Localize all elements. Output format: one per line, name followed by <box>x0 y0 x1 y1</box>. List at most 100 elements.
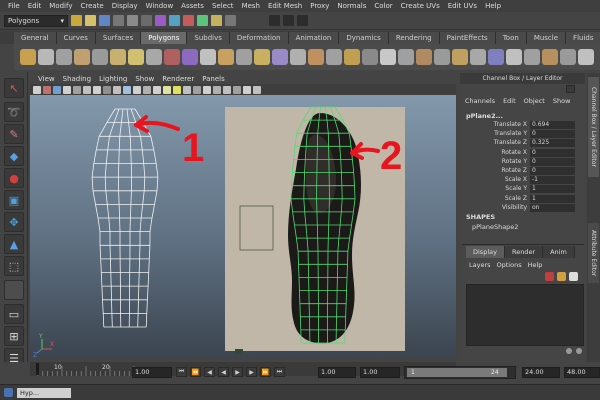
channel-row[interactable]: Translate X 0.694 <box>462 121 575 129</box>
shelf-tool-icon[interactable] <box>542 49 558 65</box>
shelf-tool-icon[interactable] <box>110 49 126 65</box>
shelf-tool-icon[interactable] <box>272 49 288 65</box>
shelf-tool-icon[interactable] <box>398 49 414 65</box>
play-forwards-icon[interactable]: ▶ <box>232 367 243 377</box>
go-to-start-icon[interactable]: ⏮ <box>176 367 187 377</box>
channel-row[interactable]: Visibility on <box>462 203 575 212</box>
viewport-tool-icon[interactable] <box>153 85 161 94</box>
new-scene-icon[interactable] <box>71 15 82 26</box>
shelf-tool-icon[interactable] <box>74 49 90 65</box>
menu-select[interactable]: Select <box>208 2 238 10</box>
snap-plane-icon[interactable] <box>211 15 222 26</box>
viewport-tool-icon[interactable] <box>213 85 221 94</box>
shelf-tab-painteffects[interactable]: PaintEffects <box>439 32 496 44</box>
channel-menu-show[interactable]: Show <box>550 97 574 108</box>
max-time-field[interactable]: 48.00 <box>564 367 600 378</box>
shelf-tab-polygons[interactable]: Polygons <box>141 32 188 44</box>
menu-help[interactable]: Help <box>481 2 505 10</box>
shelf-tab-subdivs[interactable]: Subdivs <box>187 32 230 44</box>
menu-display[interactable]: Display <box>108 2 142 10</box>
last-tool-icon[interactable] <box>4 280 24 300</box>
soft-mod-tool-icon[interactable]: ▲ <box>4 234 24 254</box>
viewport-tool-icon[interactable] <box>103 85 111 94</box>
channel-value[interactable]: 0 <box>530 130 575 139</box>
viewport-tool-icon[interactable] <box>243 85 251 94</box>
single-perspective-layout-icon[interactable]: ▭ <box>4 304 24 324</box>
shelf-tool-icon[interactable] <box>200 49 216 65</box>
menu-assets[interactable]: Assets <box>177 2 208 10</box>
channel-row[interactable]: Scale X -1 <box>462 176 575 185</box>
side-tab-attribute-editor[interactable]: Attribute Editor <box>588 223 599 283</box>
range-end-field[interactable]: 24.00 <box>522 367 560 378</box>
viewport-tool-icon[interactable] <box>93 85 101 94</box>
select-hierarchy-icon[interactable] <box>113 15 124 26</box>
scale-tool-icon[interactable]: ▣ <box>4 190 24 210</box>
channel-value[interactable]: 0 <box>530 167 575 175</box>
taskbar-window-button[interactable]: Hyp... <box>17 388 71 398</box>
shelf-tool-icon[interactable] <box>488 49 504 65</box>
shelf-tab-dynamics[interactable]: Dynamics <box>339 32 389 44</box>
channel-value[interactable]: 0.694 <box>530 121 575 129</box>
snap-grid-icon[interactable] <box>169 15 180 26</box>
shelf-tool-icon[interactable] <box>164 49 180 65</box>
four-view-layout-icon[interactable]: ⊞ <box>4 326 24 346</box>
menu-mesh[interactable]: Mesh <box>238 2 264 10</box>
new-layer-selected-icon[interactable] <box>557 272 566 281</box>
shelf-tab-surfaces[interactable]: Surfaces <box>95 32 142 44</box>
shelf-tool-icon[interactable] <box>362 49 378 65</box>
shelf-tool-icon[interactable] <box>380 49 396 65</box>
shelf-tab-deformation[interactable]: Deformation <box>229 32 289 44</box>
viewport-menu-renderer[interactable]: Renderer <box>158 75 198 83</box>
channel-menu-object[interactable]: Object <box>521 97 548 108</box>
shelf-tool-icon[interactable] <box>524 49 540 65</box>
viewport-tool-icon[interactable] <box>43 85 51 94</box>
shelf-tool-icon[interactable] <box>218 49 234 65</box>
shelf-tool-icon[interactable] <box>452 49 468 65</box>
viewport-menu-view[interactable]: View <box>34 75 59 83</box>
side-tab-channel-box[interactable]: Channel Box / Layer Editor <box>588 77 599 177</box>
viewport-tool-icon[interactable] <box>83 85 91 94</box>
scroll-right-icon[interactable] <box>576 348 582 354</box>
viewport-tool-icon[interactable] <box>53 85 61 94</box>
channel-value[interactable]: on <box>530 203 575 212</box>
make-live-icon[interactable] <box>225 15 236 26</box>
channel-value[interactable]: 0 <box>530 148 575 157</box>
channel-value[interactable]: -1 <box>530 176 575 185</box>
viewport-tool-icon[interactable] <box>233 85 241 94</box>
ipr-render-icon[interactable] <box>283 15 294 26</box>
layer-options-icon[interactable] <box>569 272 578 281</box>
menu-modify[interactable]: Modify <box>45 2 76 10</box>
shelf-tab-toon[interactable]: Toon <box>495 32 527 44</box>
shape-node-name[interactable]: pPlaneShape2 <box>472 223 518 231</box>
select-tool-icon[interactable]: ↖ <box>4 78 24 98</box>
shelf-tool-icon[interactable] <box>146 49 162 65</box>
channel-menu-channels[interactable]: Channels <box>462 97 498 108</box>
layer-menu-options[interactable]: Options <box>494 261 525 269</box>
menu-color[interactable]: Color <box>370 2 396 10</box>
shelf-tool-icon[interactable] <box>326 49 342 65</box>
rotate-tool-icon[interactable]: ● <box>4 168 24 188</box>
save-scene-icon[interactable] <box>99 15 110 26</box>
viewport-tool-icon[interactable] <box>143 85 151 94</box>
shelf-tool-icon[interactable] <box>254 49 270 65</box>
open-scene-icon[interactable] <box>85 15 96 26</box>
shelf-tool-icon[interactable] <box>128 49 144 65</box>
menu-edit[interactable]: Edit <box>24 2 46 10</box>
channel-menu-edit[interactable]: Edit <box>500 97 519 108</box>
layer-list[interactable] <box>466 284 584 346</box>
menu-window[interactable]: Window <box>142 2 178 10</box>
scroll-left-icon[interactable] <box>566 348 572 354</box>
new-layer-icon[interactable] <box>545 272 554 281</box>
shelf-tab-general[interactable]: General <box>14 32 57 44</box>
show-manipulator-icon[interactable]: ⬚ <box>4 256 24 276</box>
script-editor-icon[interactable] <box>4 388 13 397</box>
step-back-key-icon[interactable]: ⏪ <box>190 367 201 377</box>
channel-row[interactable]: Scale Z1 <box>462 194 575 203</box>
shelf-tool-icon[interactable] <box>506 49 522 65</box>
channel-row[interactable]: Rotate X0 <box>462 148 575 157</box>
shelf-tool-icon[interactable] <box>20 49 36 65</box>
viewport-3d[interactable]: 1 2 X Y Z <box>30 95 456 357</box>
shelf-tool-icon[interactable] <box>182 49 198 65</box>
viewport-tool-icon[interactable] <box>113 85 121 94</box>
viewport-tool-icon[interactable] <box>163 85 171 94</box>
